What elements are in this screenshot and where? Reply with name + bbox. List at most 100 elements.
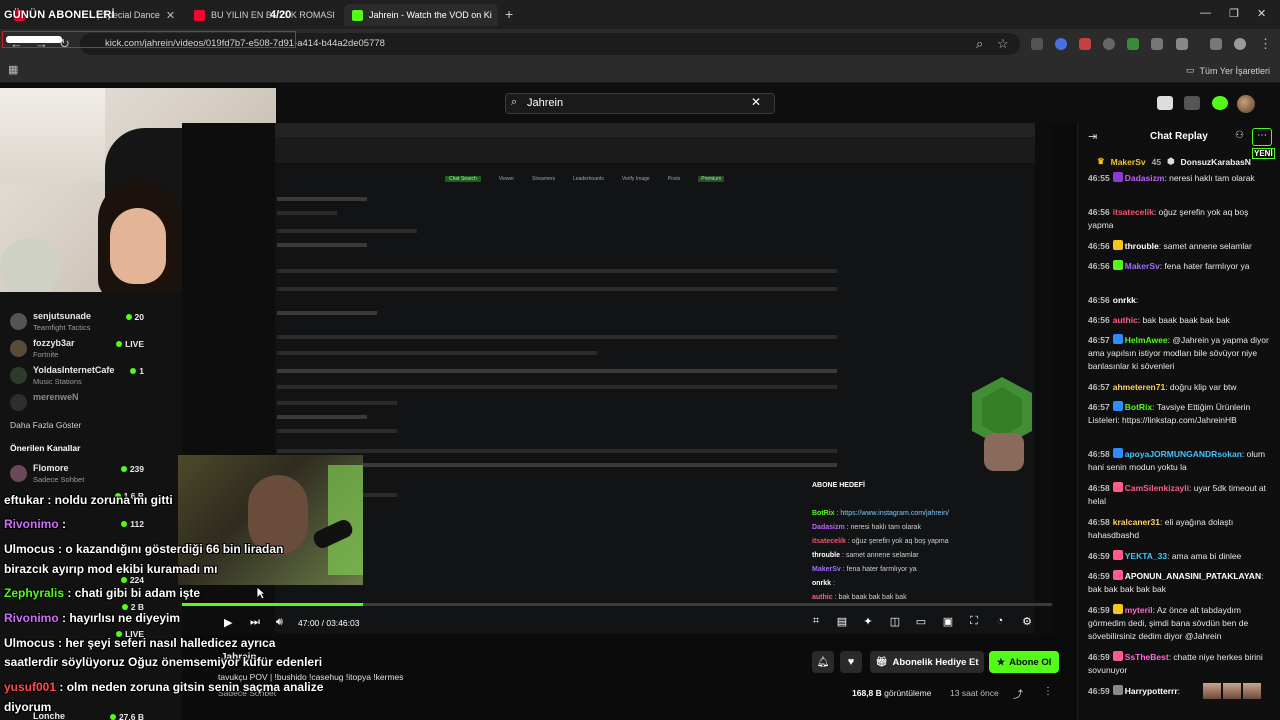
video-progress-bar[interactable]: [182, 603, 1052, 606]
extension-icon[interactable]: [1055, 38, 1067, 50]
sidebar-channel[interactable]: senjutsunade Teamfight Tactics 20: [0, 310, 182, 338]
volume-icon[interactable]: 🔊︎: [276, 616, 283, 629]
minimize-icon[interactable]: —: [1200, 7, 1211, 19]
chat-username[interactable]: YEKTA_33: [1125, 551, 1167, 561]
maximize-icon[interactable]: ❐: [1229, 7, 1239, 20]
chat-username[interactable]: HelmAwee: [1125, 335, 1168, 345]
settings-gear-icon[interactable]: ⚙: [1020, 615, 1034, 629]
extension-icon[interactable]: [1079, 38, 1091, 50]
bookmarks-bar: [0, 59, 1280, 83]
overlay-chat-line: birazcık ayırıp mod ekibi kuramadı mı: [4, 562, 218, 576]
user-badge-icon: [1112, 260, 1123, 270]
sidebar-channel[interactable]: fozzyb3ar Fortnite LIVE: [0, 337, 182, 365]
close-tab-icon[interactable]: ✕: [166, 9, 175, 22]
sidebar-channel[interactable]: YoldasInternetCafe Music Stations 1: [0, 364, 182, 392]
chat-username[interactable]: kralcaner31: [1113, 517, 1160, 527]
overlay-chat-line: saatlerdir söylüyoruz Oğuz önemsemiyor k…: [4, 655, 323, 669]
browser-tab-active[interactable]: Jahrein - Watch the VOD on Ki ✕: [344, 4, 498, 26]
new-tab-button[interactable]: +: [505, 6, 513, 22]
all-bookmarks[interactable]: ▭ Tüm Yer İşaretleri: [1186, 65, 1270, 76]
chat-users-icon[interactable]: ⚇: [1235, 130, 1244, 141]
follow-heart-button[interactable]: ♥: [840, 651, 862, 673]
channel-game: Sadece Sohbet: [33, 475, 85, 484]
chat-username[interactable]: CamSilenkizayli: [1125, 483, 1189, 493]
captions-icon[interactable]: ▣: [941, 615, 955, 629]
speed-icon[interactable]: ◔: [993, 615, 1007, 629]
chat-settings-dots-icon[interactable]: ⋯: [1252, 128, 1272, 146]
chat-username[interactable]: MakerSv: [1125, 261, 1160, 271]
browser-tab[interactable]: BU YILIN EN BÜYÜK ROMASI ✕: [186, 4, 336, 26]
overlay-sub-count: 4/20: [270, 9, 292, 21]
chat-username[interactable]: Dadasizm: [1125, 173, 1165, 183]
chat-message: 46:57 HelmAwee: @Jahrein ya yapma diyor a…: [1088, 334, 1269, 371]
captured-chat-line: [277, 429, 397, 433]
emote-strip: [1203, 683, 1261, 699]
sidebar-channel[interactable]: Flomore Sadece Sohbet 239: [0, 462, 182, 490]
viewer-count: 1: [130, 366, 144, 376]
star-icon: ★: [996, 656, 1006, 668]
overlay-chat-line: Ulmocus : her şeyi seferi nasıl halledic…: [4, 636, 276, 650]
chat-username[interactable]: apoyaJORMUNGANDRsokan: [1125, 449, 1242, 459]
channel-name: senjutsunade: [33, 311, 92, 321]
chat-message: 46:56 onrkk:: [1088, 295, 1139, 305]
gift-sub-button[interactable]: 🎁︎ Abonelik Hediye Et: [870, 651, 984, 673]
chapters-icon[interactable]: ▤: [835, 615, 849, 629]
menu-icon[interactable]: [1210, 38, 1222, 50]
clip-icon[interactable]: ⌗: [809, 615, 823, 629]
view-count: 168,8 B görüntüleme: [852, 688, 932, 698]
search-value[interactable]: Jahrein: [527, 97, 563, 109]
chat-username[interactable]: APONUN_ANASINI_PATAKLAYAN: [1125, 571, 1261, 581]
extensions-puzzle-icon[interactable]: [1176, 38, 1188, 50]
chat-username[interactable]: authic: [1113, 315, 1138, 325]
extension-icon[interactable]: [1151, 38, 1163, 50]
sidebar-channel-offline[interactable]: merenweN: [0, 391, 182, 419]
collapse-chat-icon[interactable]: ⇥: [1088, 130, 1097, 143]
youtube-icon: [194, 9, 205, 21]
chat-username[interactable]: SsTheBest: [1125, 652, 1169, 662]
next-icon[interactable]: ⏭: [250, 616, 260, 629]
kick-logo-icon[interactable]: [1212, 96, 1228, 110]
channel-name: merenweN: [33, 392, 79, 402]
notification-bell-button[interactable]: 🔔︎: [812, 651, 834, 673]
avatar: [10, 313, 27, 330]
fullscreen-icon[interactable]: ⛶: [967, 615, 981, 629]
chat-username[interactable]: onrkk: [1113, 295, 1136, 305]
bookmark-star-icon[interactable]: ☆: [997, 36, 1009, 52]
user-avatar[interactable]: [1237, 95, 1255, 113]
chat-username[interactable]: throuble: [1125, 241, 1159, 251]
badge-icon: ⬢: [1167, 156, 1175, 166]
play-icon[interactable]: ▶: [224, 616, 232, 629]
zoom-icon[interactable]: ⌕: [976, 36, 983, 52]
show-more-link[interactable]: Daha Fazla Göster: [10, 420, 81, 430]
chat-message: 46:58 apoyaJORMUNGANDRsokan: olum hani se…: [1088, 448, 1266, 472]
library-icon[interactable]: [1184, 96, 1200, 110]
chat-top-gifters: ♛ MakerSv 45 ⬢ DonsuzKarabasN: [1097, 156, 1251, 167]
extension-icon[interactable]: [1031, 38, 1043, 50]
chat-username[interactable]: Harrypotterrr: [1125, 686, 1178, 696]
chat-username[interactable]: BotRix: [1125, 402, 1152, 412]
chat-username[interactable]: itsatecelik: [1113, 207, 1154, 217]
extension-icon[interactable]: [1103, 38, 1115, 50]
browser-menu-icon[interactable]: ⋮: [1259, 36, 1272, 52]
subscribe-button[interactable]: ★ Abone Ol: [989, 651, 1059, 673]
tab-title: Jahrein - Watch the VOD on Ki: [369, 10, 492, 20]
chat-message: 46:57 BotRix: Tavsiye Ettiğim Ürünlerin L…: [1088, 401, 1251, 425]
close-window-icon[interactable]: ✕: [1257, 7, 1266, 20]
overlay-chat-line: diyorum: [4, 700, 52, 714]
share-icon[interactable]: ⤴: [1013, 686, 1023, 701]
more-options-icon[interactable]: ⋮: [1043, 686, 1053, 697]
folder-icon: ▭: [1185, 65, 1195, 75]
creator-dashboard-icon[interactable]: [1157, 96, 1173, 110]
chat-username[interactable]: ahmeteren71: [1113, 382, 1165, 392]
sparkle-icon[interactable]: ✦: [861, 615, 875, 629]
pip-icon[interactable]: ◫: [888, 615, 902, 629]
apps-grid-icon[interactable]: ▦: [8, 63, 18, 76]
extension-icon[interactable]: [1127, 38, 1139, 50]
channel-name: fozzyb3ar: [33, 338, 75, 348]
profile-icon[interactable]: [1234, 38, 1246, 50]
theater-icon[interactable]: ▭: [914, 615, 928, 629]
viewer-count: 224: [120, 575, 144, 585]
clear-search-icon[interactable]: ✕: [751, 95, 761, 109]
user-badge-icon: [1112, 172, 1123, 182]
chat-username[interactable]: myteril: [1125, 605, 1153, 615]
